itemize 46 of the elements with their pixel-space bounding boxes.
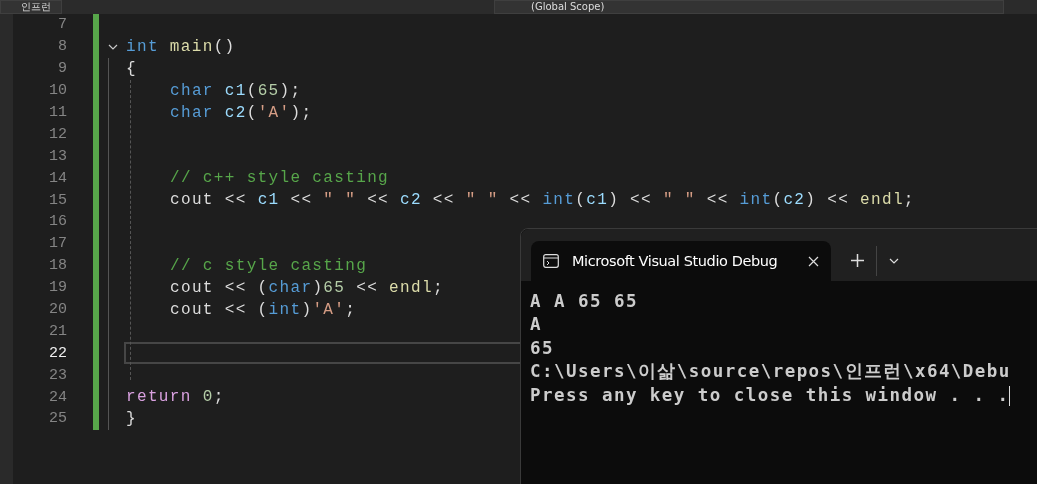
line-number: 13 xyxy=(48,147,67,165)
code-line: { xyxy=(126,59,137,78)
project-label: 인프런 xyxy=(21,1,51,12)
code-line: int main() xyxy=(126,37,236,56)
tab-title: Microsoft Visual Studio Debug xyxy=(572,253,779,269)
scope-dropdown[interactable]: (Global Scope) xyxy=(494,0,1004,14)
line-number: 14 xyxy=(48,169,67,187)
line-number: 10 xyxy=(48,82,67,100)
code-line: } xyxy=(126,409,137,428)
line-number: 15 xyxy=(48,191,67,209)
line-number: 24 xyxy=(48,388,67,406)
code-line: // c style casting xyxy=(170,256,368,275)
code-line: char c2('A'); xyxy=(170,103,313,122)
new-tab-icon[interactable] xyxy=(851,254,864,267)
code-line: char c1(65); xyxy=(170,81,302,100)
console-output-line: A xyxy=(530,313,543,337)
line-number: 8 xyxy=(57,38,67,56)
code-line: cout << (char)65 << endl; xyxy=(170,278,444,297)
console-output-line: 65 xyxy=(530,336,555,360)
line-number: 21 xyxy=(48,322,67,340)
collapse-chevron-icon[interactable] xyxy=(107,43,118,50)
close-icon[interactable] xyxy=(808,255,819,267)
line-number: 23 xyxy=(48,366,67,384)
line-number: 25 xyxy=(48,410,67,428)
line-number: 9 xyxy=(57,60,67,78)
console-output-line: A A 65 65 xyxy=(530,290,639,313)
line-number: 18 xyxy=(48,257,67,275)
dropdown-chevron-icon[interactable] xyxy=(889,258,899,264)
line-number: 20 xyxy=(48,301,67,318)
line-number: 7 xyxy=(57,16,67,34)
code-line: // c++ style casting xyxy=(170,169,390,188)
line-number: 16 xyxy=(48,213,67,231)
line-number: 22 xyxy=(48,344,67,362)
code-line: cout << c1 << " " << c2 << " " << int(c1) << " " << int(c2) << endl; xyxy=(170,191,915,210)
project-dropdown[interactable]: 인프런 xyxy=(0,0,62,14)
console-icon xyxy=(543,254,559,268)
terminal-tab[interactable]: Microsoft Visual Studio Debug xyxy=(531,241,831,281)
console-output-line: C:\Users\이삶\source\repos\인프런\x64\Debu xyxy=(530,360,1012,384)
console-output-line: Press any key to close this window . . . xyxy=(530,383,1012,407)
line-number: 11 xyxy=(48,104,67,121)
line-number: 19 xyxy=(48,279,67,297)
line-number: 17 xyxy=(48,235,67,253)
code-line: cout << (int)'A'; xyxy=(170,300,357,319)
scope-label: (Global Scope) xyxy=(531,1,605,12)
line-number: 12 xyxy=(48,125,67,143)
code-line: return 0; xyxy=(126,388,225,407)
